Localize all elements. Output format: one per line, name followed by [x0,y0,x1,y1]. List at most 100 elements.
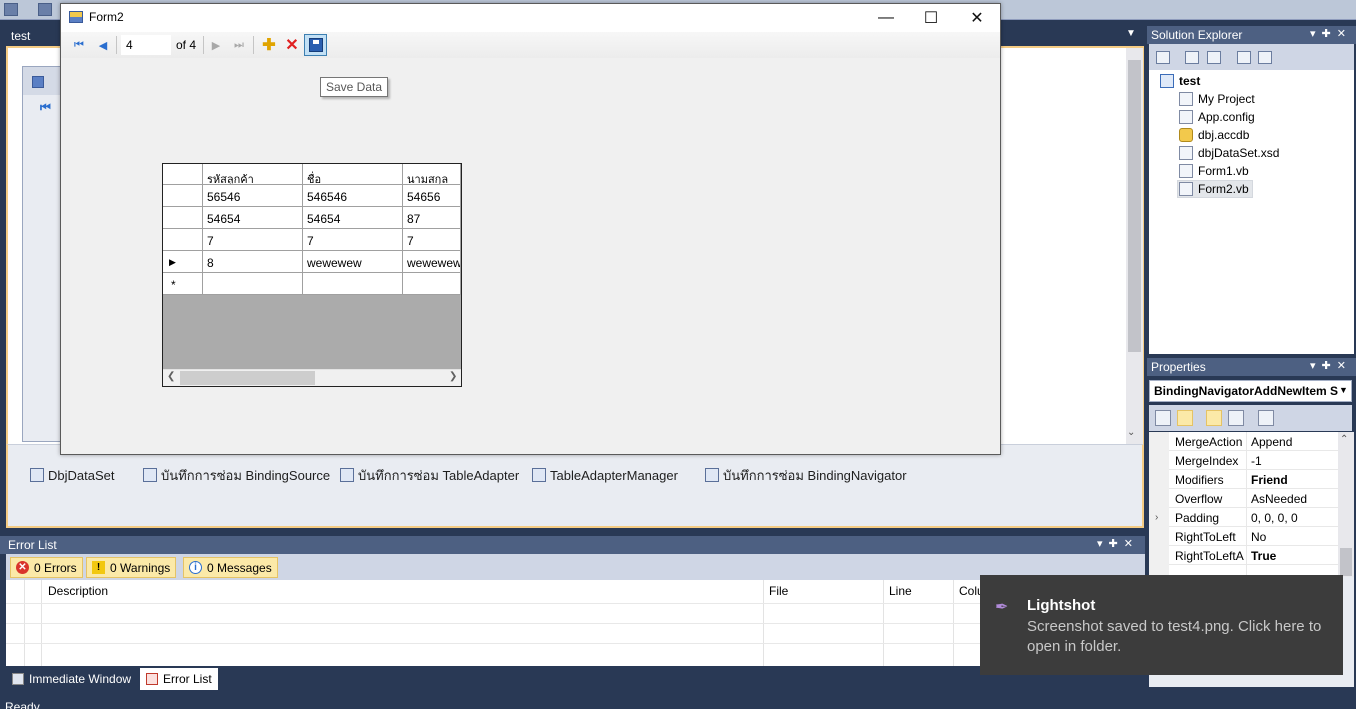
tree-item-app-config[interactable]: App.config [1179,108,1255,126]
grid-cell[interactable]: 54654 [303,207,403,229]
grid-cell[interactable]: 7 [403,229,461,251]
pane-controls[interactable]: ▾✚✕ [1310,359,1352,372]
property-value[interactable]: AsNeeded [1251,492,1307,506]
tab-error-list[interactable]: Error List [140,668,218,690]
grid-cell[interactable]: 8 [203,251,303,273]
properties-object-selector[interactable]: BindingNavigatorAddNewItem S [1149,380,1352,402]
property-row[interactable]: RightToLeftA True [1169,546,1338,565]
move-last-button[interactable]: ⏭ [230,36,248,54]
grid-column-header[interactable]: ชื่อ [303,164,403,185]
grid-new-row-cell[interactable] [203,273,303,295]
property-value[interactable]: -1 [1251,454,1262,468]
notification-message[interactable]: Screenshot saved to test4.png. Click her… [1027,617,1327,657]
grid-new-row-cell[interactable] [403,273,461,295]
scroll-right-icon[interactable]: ❯ [449,371,457,382]
property-row[interactable]: RightToLeft No [1169,527,1338,546]
alphabetical-icon[interactable] [1177,410,1193,426]
position-input[interactable]: 4 [121,35,171,55]
property-row[interactable]: MergeAction Append [1169,432,1338,451]
grid-row-header[interactable]: ▶ [163,251,203,273]
events-icon[interactable] [1228,410,1244,426]
designer-form-preview[interactable] [22,66,62,442]
designer-scroll-thumb[interactable] [1128,60,1141,352]
tree-item-dataset-xsd[interactable]: dbjDataSet.xsd [1179,144,1279,162]
grid-scroll-thumb[interactable] [180,371,315,385]
column-header-line[interactable]: Line [889,584,912,598]
refresh-icon[interactable] [1207,51,1221,64]
grid-row-header[interactable] [163,229,203,251]
grid-new-row-header[interactable]: * [163,273,203,295]
messages-filter-button[interactable]: i 0 Messages [183,557,278,578]
move-first-icon: ⏮ [40,100,51,114]
tree-item-form1[interactable]: Form1.vb [1179,162,1249,180]
grid-cell[interactable]: 7 [203,229,303,251]
close-button[interactable]: ✕ [954,4,1000,32]
properties-icon[interactable] [1156,51,1170,64]
tray-dataset[interactable]: DbjDataSet [30,466,114,484]
tray-table-adapter[interactable]: บันทึกการซ่อม TableAdapter [340,466,519,484]
column-header-file[interactable]: File [769,584,788,598]
column-header-description[interactable]: Description [48,584,108,598]
toolbar-icon[interactable] [38,3,52,16]
tree-item-my-project[interactable]: My Project [1179,90,1255,108]
property-row[interactable]: Padding 0, 0, 0, 0 [1169,508,1338,527]
tray-binding-navigator[interactable]: บันทึกการซ่อม BindingNavigator [705,466,907,484]
tray-table-adapter-manager[interactable]: TableAdapterManager [532,466,678,484]
tree-item-database[interactable]: dbj.accdb [1179,126,1249,144]
expand-icon[interactable]: › [1155,512,1158,523]
tab-dropdown-icon[interactable]: ▼ [1126,28,1136,39]
grid-cell[interactable]: 7 [303,229,403,251]
tab-immediate-window[interactable]: Immediate Window [6,668,137,690]
document-tab[interactable]: test [4,26,64,46]
delete-button[interactable]: ✕ [283,36,301,54]
grid-column-header[interactable]: นามสกุล [403,164,461,185]
minimize-button[interactable]: — [863,4,909,32]
show-all-files-icon[interactable] [1185,51,1199,64]
move-first-button[interactable]: ⏮ [70,36,88,54]
tree-item-form2[interactable]: Form2.vb [1177,180,1253,198]
maximize-button[interactable]: ☐ [908,4,954,32]
view-code-icon[interactable] [1237,51,1251,64]
property-value[interactable]: No [1251,530,1266,544]
chevron-down-icon[interactable]: ▼ [1339,385,1348,395]
grid-cell[interactable]: 56546 [203,185,303,207]
property-row[interactable]: Overflow AsNeeded [1169,489,1338,508]
scroll-down-icon[interactable]: ⌄ [1127,427,1135,438]
properties-view-icon[interactable] [1206,410,1222,426]
pane-controls[interactable]: ▾✚✕ [1097,537,1139,550]
property-row[interactable]: MergeIndex -1 [1169,451,1338,470]
grid-cell[interactable]: wewewew [303,251,403,273]
grid-cell[interactable]: 546546 [303,185,403,207]
grid-cell[interactable]: wewewew [403,251,461,273]
move-previous-button[interactable]: ◀ [94,36,112,54]
add-new-button[interactable]: ✚ [260,36,278,54]
categorized-icon[interactable] [1155,410,1171,426]
pane-controls[interactable]: ▾✚✕ [1310,27,1352,40]
property-value[interactable]: 0, 0, 0, 0 [1251,511,1298,525]
property-row[interactable]: Modifiers Friend [1169,470,1338,489]
grid-row-header[interactable] [163,207,203,229]
property-pages-icon[interactable] [1258,410,1274,426]
grid-cell[interactable]: 54656 [403,185,461,207]
grid-row-header[interactable] [163,185,203,207]
properties-scroll-thumb[interactable] [1340,548,1352,576]
warnings-filter-button[interactable]: ! 0 Warnings [86,557,177,578]
property-value[interactable]: True [1251,549,1276,563]
save-data-button[interactable] [304,34,327,56]
grid-corner-header[interactable] [163,164,203,185]
property-value[interactable]: Friend [1251,473,1288,487]
scroll-up-icon[interactable]: ⌃ [1340,434,1348,445]
errors-filter-button[interactable]: ✕ 0 Errors [10,557,83,578]
scroll-left-icon[interactable]: ❮ [167,371,175,382]
form2-titlebar[interactable] [61,4,1000,32]
property-value[interactable]: Append [1251,435,1292,449]
tray-binding-source[interactable]: บันทึกการซ่อม BindingSource [143,466,330,484]
grid-cell[interactable]: 87 [403,207,461,229]
grid-new-row-cell[interactable] [303,273,403,295]
grid-cell[interactable]: 54654 [203,207,303,229]
toolbar-icon[interactable] [4,3,18,16]
move-next-button[interactable]: ▶ [207,36,225,54]
view-designer-icon[interactable] [1258,51,1272,64]
grid-column-header[interactable]: รหัสลูกค้า [203,164,303,185]
tree-project[interactable]: test [1160,72,1200,90]
